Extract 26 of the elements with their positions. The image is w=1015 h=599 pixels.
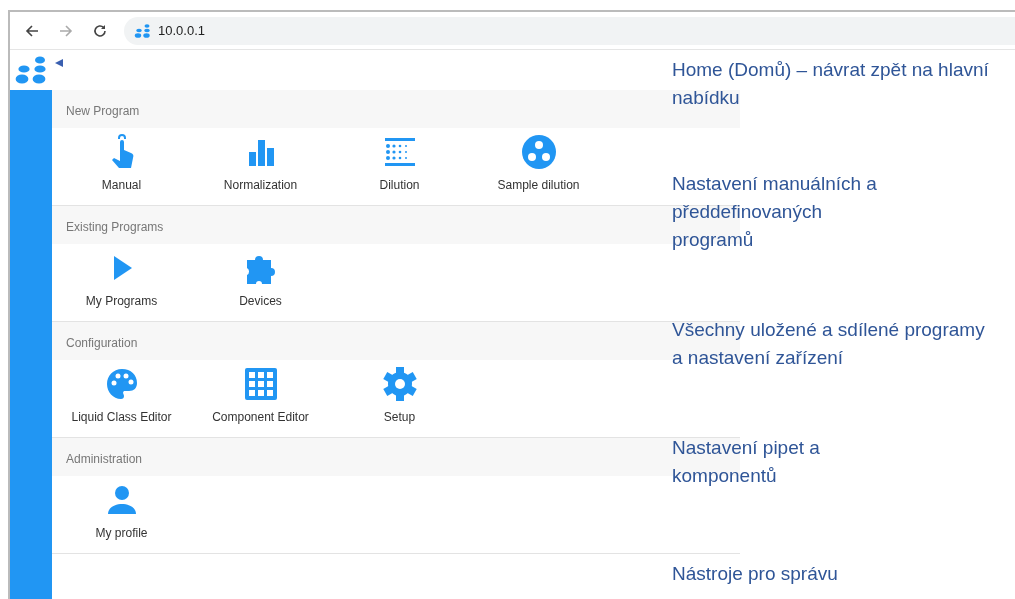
menu-tile[interactable]: Sample dilution — [469, 128, 608, 205]
site-logo-icon — [134, 23, 152, 38]
section-heading: Administration — [66, 452, 143, 466]
menu-tile[interactable]: My Programs — [52, 244, 191, 321]
menu-tile[interactable]: Devices — [191, 244, 330, 321]
url-text: 10.0.0.1 — [158, 21, 205, 40]
menu-tile[interactable]: Setup — [330, 360, 469, 437]
menu-tile[interactable]: Dilution — [330, 128, 469, 205]
settings-icon — [381, 366, 418, 402]
menu-tile[interactable]: Manual — [52, 128, 191, 205]
annotation-text: Home (Domů) – návrat zpět na hlavní nabídku — [672, 58, 990, 110]
annotation-text: Všechny uložené a sdílené programy a nastavení zařízení — [672, 318, 986, 370]
menu-tile[interactable]: Normalization — [191, 128, 330, 205]
annotation-text: Nastavení pipet a komponentů — [672, 436, 821, 488]
menu-tile[interactable]: Component Editor — [191, 360, 330, 437]
three-dots-circle-icon — [520, 134, 557, 170]
section-heading: New Program — [66, 104, 140, 118]
annotation-text: Nástroje pro správu — [672, 562, 839, 586]
collapse-caret-icon[interactable] — [54, 58, 64, 68]
annotation-text: Nastavení manuálních a předdefinovaných programů — [672, 172, 878, 252]
menu-tile[interactable]: Liquid Class Editor — [52, 360, 191, 437]
grid-icon — [242, 366, 279, 402]
section-heading: Configuration — [66, 336, 138, 350]
menu-tile[interactable]: My profile — [52, 476, 191, 553]
address-bar[interactable]: 10.0.0.1 — [124, 16, 1015, 45]
section-heading: Existing Programs — [66, 220, 164, 234]
